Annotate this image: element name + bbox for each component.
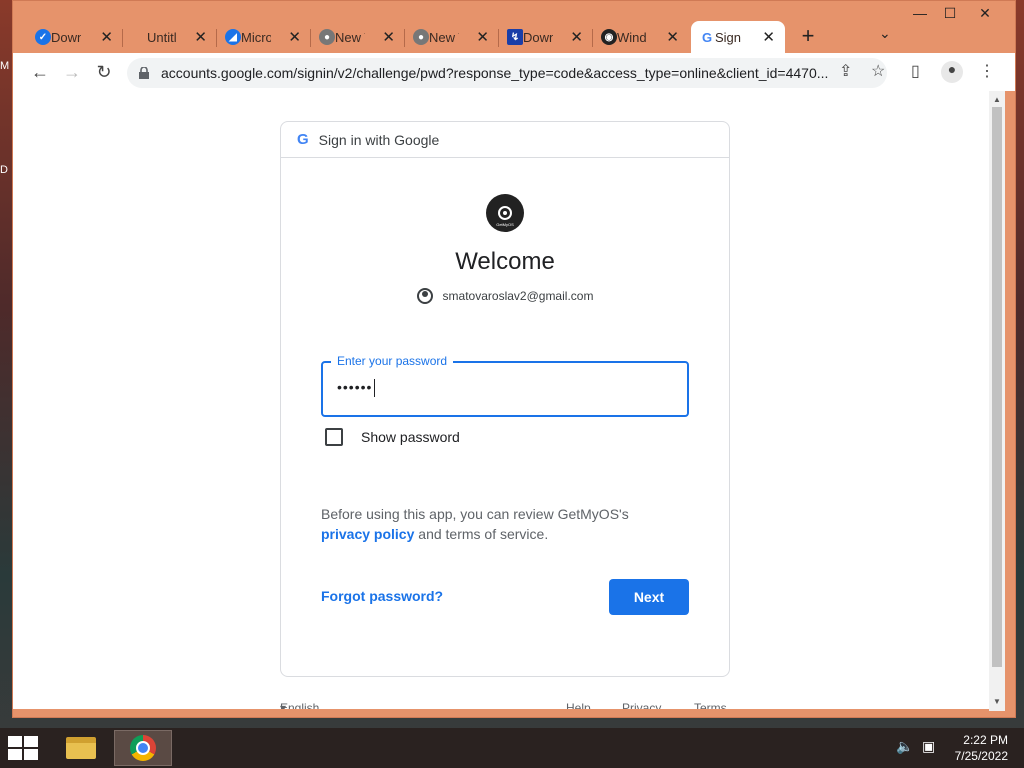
system-clock[interactable]: 2:22 PM 7/25/2022	[955, 732, 1008, 764]
minimize-button[interactable]: —	[903, 5, 937, 21]
privacy-notice: Before using this app, you can review Ge…	[321, 504, 691, 544]
close-icon[interactable]: ✕	[194, 28, 207, 46]
desktop-letter: D	[0, 164, 8, 176]
account-email: smatovaroslav2@gmail.com	[442, 289, 594, 303]
tab-6[interactable]: ↯ Down ✕	[499, 21, 593, 53]
tab-label: Sign i	[715, 29, 745, 45]
desktop-letter: M	[0, 60, 10, 72]
scrollbar-thumb[interactable]	[992, 107, 1002, 667]
password-field[interactable]: Enter your password ••••••	[321, 354, 689, 417]
chrome-icon: ●	[413, 29, 429, 45]
account-circle-icon	[416, 288, 433, 304]
text-caret	[374, 379, 376, 398]
card-header-title: Sign in with Google	[318, 131, 440, 148]
taskbar: 🔈 ▣ 2:22 PM 7/25/2022	[0, 728, 1024, 768]
volume-muted-icon[interactable]: 🔈	[896, 738, 913, 755]
start-button[interactable]	[8, 736, 38, 760]
chrome-taskbar-button[interactable]	[114, 730, 172, 766]
next-button[interactable]: Next	[609, 579, 689, 615]
google-logo-icon: G	[297, 131, 309, 148]
tab-1[interactable]: ✓ Down ✕	[27, 21, 123, 53]
account-chip[interactable]: smatovaroslav2@gmail.com	[281, 288, 729, 304]
page-scrollbar[interactable]: ▲ ▼	[989, 91, 1005, 711]
tab-label: Untitl	[147, 29, 177, 45]
url-text: accounts.google.com/signin/v2/challenge/…	[161, 65, 829, 81]
tab-4[interactable]: ● New T ✕	[311, 21, 405, 53]
microsoft-icon: ◢	[225, 29, 241, 45]
check-icon: ✓	[35, 29, 51, 45]
network-icon[interactable]: ▣	[922, 738, 935, 755]
privacy-policy-link[interactable]: privacy policy	[321, 526, 414, 542]
reload-icon[interactable]: ↻	[93, 61, 115, 83]
app-logo: GetMyOS	[486, 194, 524, 232]
tab-8-active[interactable]: G Sign i ✕	[691, 21, 785, 53]
chrome-icon	[130, 735, 156, 761]
scroll-down-arrow-icon[interactable]: ▼	[993, 697, 1001, 706]
tab-label: New T	[429, 29, 459, 45]
close-button[interactable]: ✕	[968, 5, 1002, 22]
back-arrow-icon[interactable]: ←	[29, 61, 51, 83]
close-icon[interactable]: ✕	[382, 28, 395, 46]
show-password-checkbox[interactable]	[325, 428, 343, 446]
dropdown-arrow-icon: ▾	[280, 701, 287, 709]
password-label: Enter your password	[331, 354, 454, 368]
signin-card: G Sign in with Google GetMyOS Welcome sm…	[280, 121, 730, 677]
menu-kebab-icon[interactable]: ⋮	[979, 61, 995, 81]
tab-label: Wind	[617, 29, 647, 45]
password-value: ••••••	[337, 379, 373, 395]
page-content: G Sign in with Google GetMyOS Welcome sm…	[13, 91, 989, 709]
bookmark-star-icon[interactable]: ☆	[871, 61, 885, 81]
share-icon[interactable]: ⇪	[839, 61, 852, 81]
show-password-row[interactable]: Show password	[325, 428, 460, 446]
tab-label: Down	[523, 29, 553, 45]
tab-search-button[interactable]: ⌄	[879, 25, 891, 42]
clock-date: 7/25/2022	[954, 749, 1008, 763]
disc-icon: ◉	[601, 29, 617, 45]
close-icon[interactable]: ✕	[476, 28, 489, 46]
tab-5[interactable]: ● New T ✕	[405, 21, 499, 53]
browser-window: ✓ Down ✕ Untitl ✕ ◢ Micro ✕ ● New T ✕ ● …	[12, 0, 1016, 718]
welcome-heading: Welcome	[455, 248, 555, 275]
browser-toolbar: ← → ↻ accounts.google.com/signin/v2/chal…	[13, 53, 1015, 91]
help-link[interactable]: Help	[566, 701, 591, 709]
clock-time: 2:22 PM	[963, 733, 1008, 747]
chrome-icon: ●	[319, 29, 335, 45]
terms-link[interactable]: Terms	[694, 701, 727, 709]
side-panel-icon[interactable]: ▯	[911, 61, 920, 81]
close-icon[interactable]: ✕	[288, 28, 301, 46]
profile-icon[interactable]: ●	[941, 61, 963, 83]
google-icon: G	[699, 29, 715, 45]
disc-icon	[498, 206, 512, 220]
notice-suffix: and terms of service.	[418, 526, 549, 542]
address-bar[interactable]: accounts.google.com/signin/v2/challenge/…	[127, 58, 887, 88]
forward-arrow-icon[interactable]: →	[61, 61, 83, 83]
folder-icon	[66, 737, 96, 759]
file-explorer-button[interactable]	[52, 730, 110, 766]
card-header: G Sign in with Google	[281, 122, 729, 158]
notice-prefix: Before using this app, you can review Ge…	[321, 506, 629, 522]
privacy-link[interactable]: Privacy	[622, 701, 661, 709]
tab-label: Micro	[241, 29, 271, 45]
forgot-password-link[interactable]: Forgot password?	[321, 588, 443, 604]
tab-7[interactable]: ◉ Wind ✕	[593, 21, 689, 53]
lock-icon	[139, 67, 149, 79]
tab-strip: ✓ Down ✕ Untitl ✕ ◢ Micro ✕ ● New T ✕ ● …	[13, 1, 1015, 53]
close-icon[interactable]: ✕	[666, 28, 679, 46]
close-icon[interactable]: ✕	[762, 28, 775, 46]
tab-label: Down	[51, 29, 81, 45]
tab-label: New T	[335, 29, 365, 45]
tab-2[interactable]: Untitl ✕	[123, 21, 217, 53]
download-icon: ↯	[507, 29, 523, 45]
close-icon[interactable]: ✕	[570, 28, 583, 46]
new-tab-button[interactable]: +	[796, 23, 820, 51]
tab-3[interactable]: ◢ Micro ✕	[217, 21, 311, 53]
maximize-button[interactable]: ☐	[933, 5, 967, 22]
scroll-up-arrow-icon[interactable]: ▲	[993, 95, 1001, 104]
app-logo-text: GetMyOS	[496, 222, 514, 227]
close-icon[interactable]: ✕	[100, 28, 113, 46]
show-password-label: Show password	[361, 429, 460, 445]
